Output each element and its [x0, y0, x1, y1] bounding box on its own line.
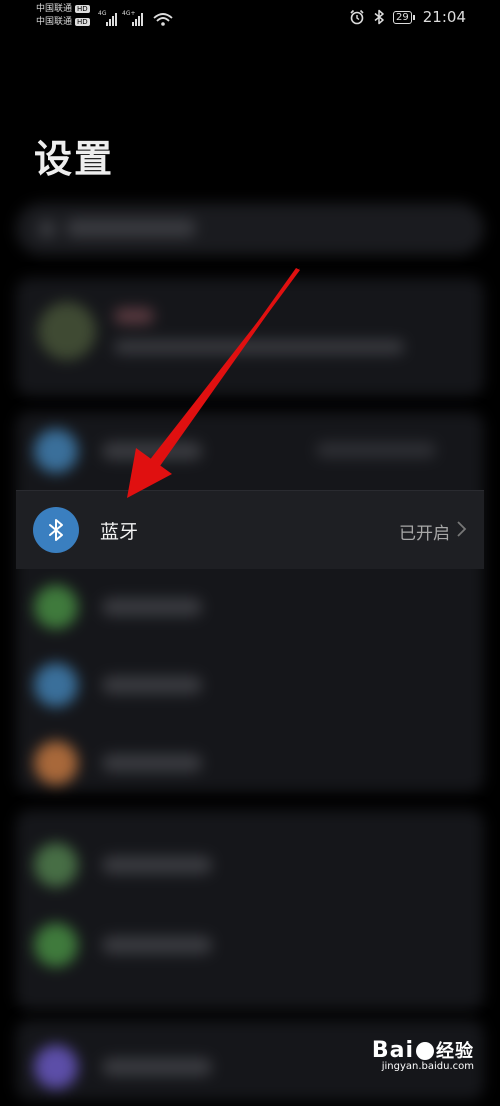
list-item-label [102, 1058, 212, 1076]
bluetooth-status-icon [374, 9, 384, 25]
bluetooth-icon [33, 507, 79, 553]
notification-icon [34, 923, 78, 967]
account-name [114, 308, 154, 324]
network-type-1: 4G [98, 10, 107, 17]
list-item-label [102, 856, 212, 874]
bluetooth-status: 已开启 [399, 524, 450, 544]
carrier-line-2: 中国联通 HD [36, 17, 90, 28]
connection-icon [34, 663, 78, 707]
status-bar: 中国联通 HD 中国联通 HD 4G 4G+ 29 21:04 [0, 0, 500, 36]
chevron-right-icon [457, 521, 467, 537]
baidu-watermark: Bai 经验 jingyan.baidu.com [372, 1037, 474, 1072]
search-placeholder [66, 219, 196, 237]
wifi-settings-icon [34, 429, 78, 473]
list-item[interactable] [16, 568, 484, 646]
list-item[interactable] [16, 646, 484, 724]
paw-icon [416, 1042, 434, 1060]
apps-icon [34, 1045, 78, 1089]
list-item-label [102, 754, 202, 772]
battery-indicator: 29 [393, 10, 415, 24]
signal-wifi-icons: 4G 4G+ [98, 10, 173, 26]
account-subtitle [114, 340, 404, 354]
list-item[interactable] [16, 826, 484, 904]
mobile-network-icon [34, 585, 78, 629]
carrier-name: 中国联通 [36, 4, 73, 14]
list-item[interactable] [16, 412, 484, 490]
watermark-url: jingyan.baidu.com [381, 1061, 474, 1072]
bluetooth-label: 蓝牙 [100, 521, 139, 543]
list-item-label [102, 442, 202, 460]
battery-level: 29 [393, 10, 412, 24]
sound-icon [34, 843, 78, 887]
clock: 21:04 [422, 8, 466, 26]
list-item[interactable] [16, 724, 484, 802]
network-type-2: 4G+ [122, 10, 136, 17]
list-item-label [102, 936, 212, 954]
carrier-line-1: 中国联通 HD [36, 4, 90, 15]
status-right: 29 21:04 [349, 8, 466, 26]
page-title: 设置 [34, 137, 115, 181]
avatar [38, 302, 96, 360]
watermark-logo: Bai 经验 [371, 1038, 474, 1063]
account-card[interactable] [16, 278, 484, 396]
search-icon [38, 220, 56, 238]
hd-badge: HD [75, 17, 90, 26]
search-bar[interactable] [16, 203, 484, 255]
bluetooth-row[interactable]: 蓝牙 已开启 [16, 490, 484, 569]
settings-list-group-2 [16, 810, 484, 1010]
hd-badge: HD [75, 4, 90, 13]
display-icon [34, 741, 78, 785]
alarm-icon [350, 9, 364, 25]
carrier-name: 中国联通 [36, 17, 73, 27]
list-item-label [102, 676, 202, 694]
list-item-label [102, 598, 202, 616]
list-item-value [316, 442, 436, 458]
settings-list-group-1 [16, 412, 484, 792]
list-item[interactable] [16, 906, 484, 984]
